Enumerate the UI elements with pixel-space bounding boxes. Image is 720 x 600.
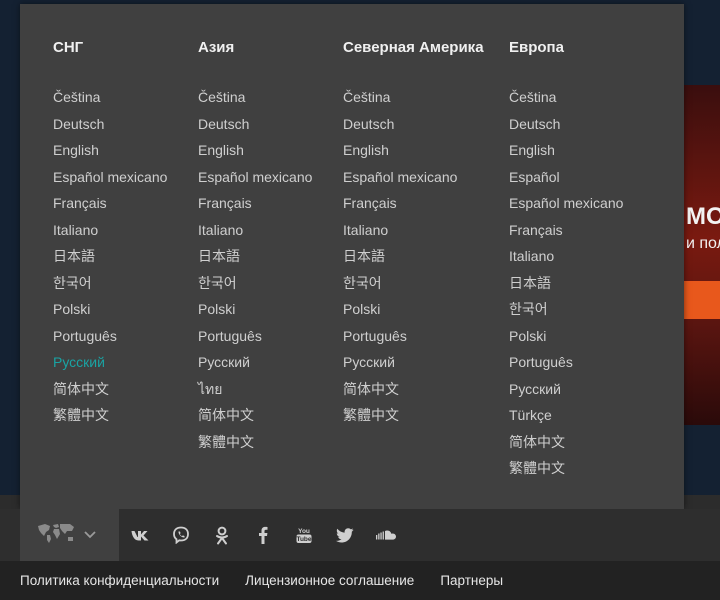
language-option[interactable]: Português <box>343 323 457 350</box>
language-option[interactable]: Čeština <box>343 84 457 111</box>
language-option[interactable]: Italiano <box>343 217 457 244</box>
language-option[interactable]: 日本語 <box>343 243 457 270</box>
region-title: Европа <box>509 39 564 56</box>
language-option[interactable]: ไทย <box>198 376 312 403</box>
region-selector[interactable] <box>20 509 119 561</box>
language-option[interactable]: English <box>198 137 312 164</box>
language-menu: СНГ Čeština Deutsch English Español mexican… <box>20 4 684 509</box>
language-option[interactable]: Español mexicano <box>343 164 457 191</box>
language-option[interactable]: Italiano <box>509 243 623 270</box>
language-option[interactable]: 한국어 <box>343 270 457 297</box>
region-title: Азия <box>198 39 235 56</box>
promo-banner[interactable]: МОР и пол <box>684 85 720 425</box>
language-list: Čeština Deutsch English Español mexicano Fra… <box>198 84 312 455</box>
language-option[interactable]: Français <box>343 190 457 217</box>
language-option[interactable]: English <box>53 137 167 164</box>
language-option[interactable]: 简体中文 <box>53 376 167 403</box>
chevron-down-icon <box>84 526 96 544</box>
language-option[interactable]: Português <box>198 323 312 350</box>
language-option[interactable]: English <box>343 137 457 164</box>
svg-text:You: You <box>298 528 310 535</box>
language-option[interactable]: Español mexicano <box>509 190 623 217</box>
viber-icon[interactable] <box>160 509 201 561</box>
language-option[interactable]: 繁體中文 <box>343 402 457 429</box>
language-option[interactable]: Español mexicano <box>198 164 312 191</box>
language-option[interactable]: Русский <box>509 376 623 403</box>
footer-links: Политика конфиденциальности Лицензионное… <box>0 561 720 600</box>
social-links: You Tube <box>119 509 406 561</box>
language-option[interactable]: 한국어 <box>509 296 623 323</box>
language-option[interactable]: Italiano <box>53 217 167 244</box>
privacy-policy-link[interactable]: Политика конфиденциальности <box>20 573 219 588</box>
language-option[interactable]: Italiano <box>198 217 312 244</box>
region-title: Северная Америка <box>343 39 484 56</box>
language-option[interactable]: Deutsch <box>343 111 457 138</box>
language-option[interactable]: Deutsch <box>509 111 623 138</box>
language-option[interactable]: Русский <box>198 349 312 376</box>
vk-icon[interactable] <box>119 509 160 561</box>
license-agreement-link[interactable]: Лицензионное соглашение <box>245 573 414 588</box>
youtube-icon[interactable]: You Tube <box>283 509 324 561</box>
language-option[interactable]: Čeština <box>509 84 623 111</box>
language-option[interactable]: 日本語 <box>198 243 312 270</box>
odnoklassniki-icon[interactable] <box>201 509 242 561</box>
language-option[interactable]: Čeština <box>198 84 312 111</box>
language-option[interactable]: 简体中文 <box>343 376 457 403</box>
language-option[interactable]: 简体中文 <box>509 429 623 456</box>
footer-bar: You Tube <box>0 509 720 561</box>
world-map-icon <box>36 522 76 549</box>
language-option[interactable]: Français <box>53 190 167 217</box>
language-option[interactable]: English <box>509 137 623 164</box>
language-option[interactable]: Türkçe <box>509 402 623 429</box>
language-list: Čeština Deutsch English Español mexicano Fra… <box>53 84 167 429</box>
language-option[interactable]: Deutsch <box>198 111 312 138</box>
language-option[interactable]: Français <box>198 190 312 217</box>
banner-headline: МОР <box>686 203 720 230</box>
language-option[interactable]: Čeština <box>53 84 167 111</box>
language-list: Čeština Deutsch English Español mexicano Fra… <box>343 84 457 429</box>
language-option[interactable]: Português <box>53 323 167 350</box>
twitter-icon[interactable] <box>324 509 365 561</box>
language-option[interactable]: Русский <box>343 349 457 376</box>
region-title: СНГ <box>53 39 84 56</box>
banner-button[interactable] <box>684 281 720 319</box>
svg-text:Tube: Tube <box>296 536 311 543</box>
language-option[interactable]: Polski <box>53 296 167 323</box>
language-option[interactable]: 繁體中文 <box>53 402 167 429</box>
language-option[interactable]: Русский <box>53 349 167 376</box>
language-option[interactable]: Polski <box>343 296 457 323</box>
language-option[interactable]: Deutsch <box>53 111 167 138</box>
partners-link[interactable]: Партнеры <box>440 573 503 588</box>
language-option[interactable]: 繁體中文 <box>198 429 312 456</box>
soundcloud-icon[interactable] <box>365 509 406 561</box>
language-option[interactable]: Português <box>509 349 623 376</box>
language-option[interactable]: 简体中文 <box>198 402 312 429</box>
language-option[interactable]: Español mexicano <box>53 164 167 191</box>
language-option[interactable]: 한국어 <box>53 270 167 297</box>
language-list: Čeština Deutsch English Español Español mexi… <box>509 84 623 482</box>
language-option[interactable]: 日本語 <box>509 270 623 297</box>
language-option[interactable]: 繁體中文 <box>509 455 623 482</box>
language-option[interactable]: 한국어 <box>198 270 312 297</box>
banner-subline: и пол <box>686 235 720 252</box>
language-option[interactable]: Français <box>509 217 623 244</box>
language-option[interactable]: Español <box>509 164 623 191</box>
facebook-icon[interactable] <box>242 509 283 561</box>
language-option[interactable]: Polski <box>198 296 312 323</box>
language-option[interactable]: 日本語 <box>53 243 167 270</box>
language-option[interactable]: Polski <box>509 323 623 350</box>
